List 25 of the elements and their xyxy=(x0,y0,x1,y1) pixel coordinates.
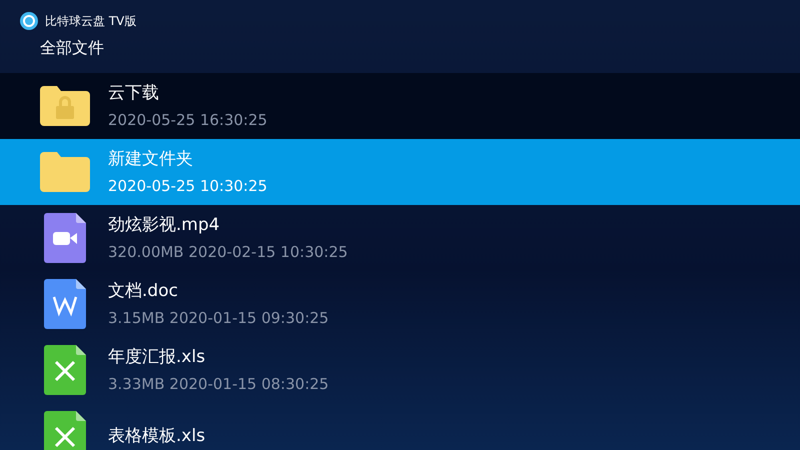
locked-folder-icon xyxy=(40,86,90,126)
file-name: 年度汇报.xls xyxy=(108,346,206,369)
file-name: 表格模板.xls xyxy=(108,425,206,448)
spreadsheet-file-icon xyxy=(44,345,86,395)
file-details: 3.33MB 2020-01-15 08:30:25 xyxy=(108,374,329,395)
file-name: 新建文件夹 xyxy=(108,148,194,171)
word-document-icon xyxy=(44,279,86,329)
file-details: 320.00MB 2020-02-15 10:30:25 xyxy=(108,242,348,263)
file-list-item[interactable]: 表格模板.xls xyxy=(0,403,800,450)
file-details: 3.15MB 2020-01-15 09:30:25 xyxy=(108,308,329,329)
folder-icon xyxy=(40,152,90,192)
file-name: 文档.doc xyxy=(108,280,179,303)
app-title: 比特球云盘 TV版 xyxy=(45,13,136,30)
file-list-item[interactable]: 年度汇报.xls 3.33MB 2020-01-15 08:30:25 xyxy=(0,337,800,403)
file-list-item[interactable]: 云下载 2020-05-25 16:30:25 xyxy=(0,73,800,139)
video-file-icon xyxy=(44,213,86,263)
file-details: 2020-05-25 16:30:25 xyxy=(108,110,268,131)
breadcrumb-title: 全部文件 xyxy=(40,37,105,59)
file-list-item[interactable]: 文档.doc 3.15MB 2020-01-15 09:30:25 xyxy=(0,271,800,337)
spreadsheet-file-icon xyxy=(44,411,86,450)
app-logo-icon xyxy=(20,12,38,30)
file-name: 云下载 xyxy=(108,82,160,105)
file-details: 2020-05-25 10:30:25 xyxy=(108,176,268,197)
file-name: 劲炫影视.mp4 xyxy=(108,214,221,237)
file-list-item[interactable]: 劲炫影视.mp4 320.00MB 2020-02-15 10:30:25 xyxy=(0,205,800,271)
